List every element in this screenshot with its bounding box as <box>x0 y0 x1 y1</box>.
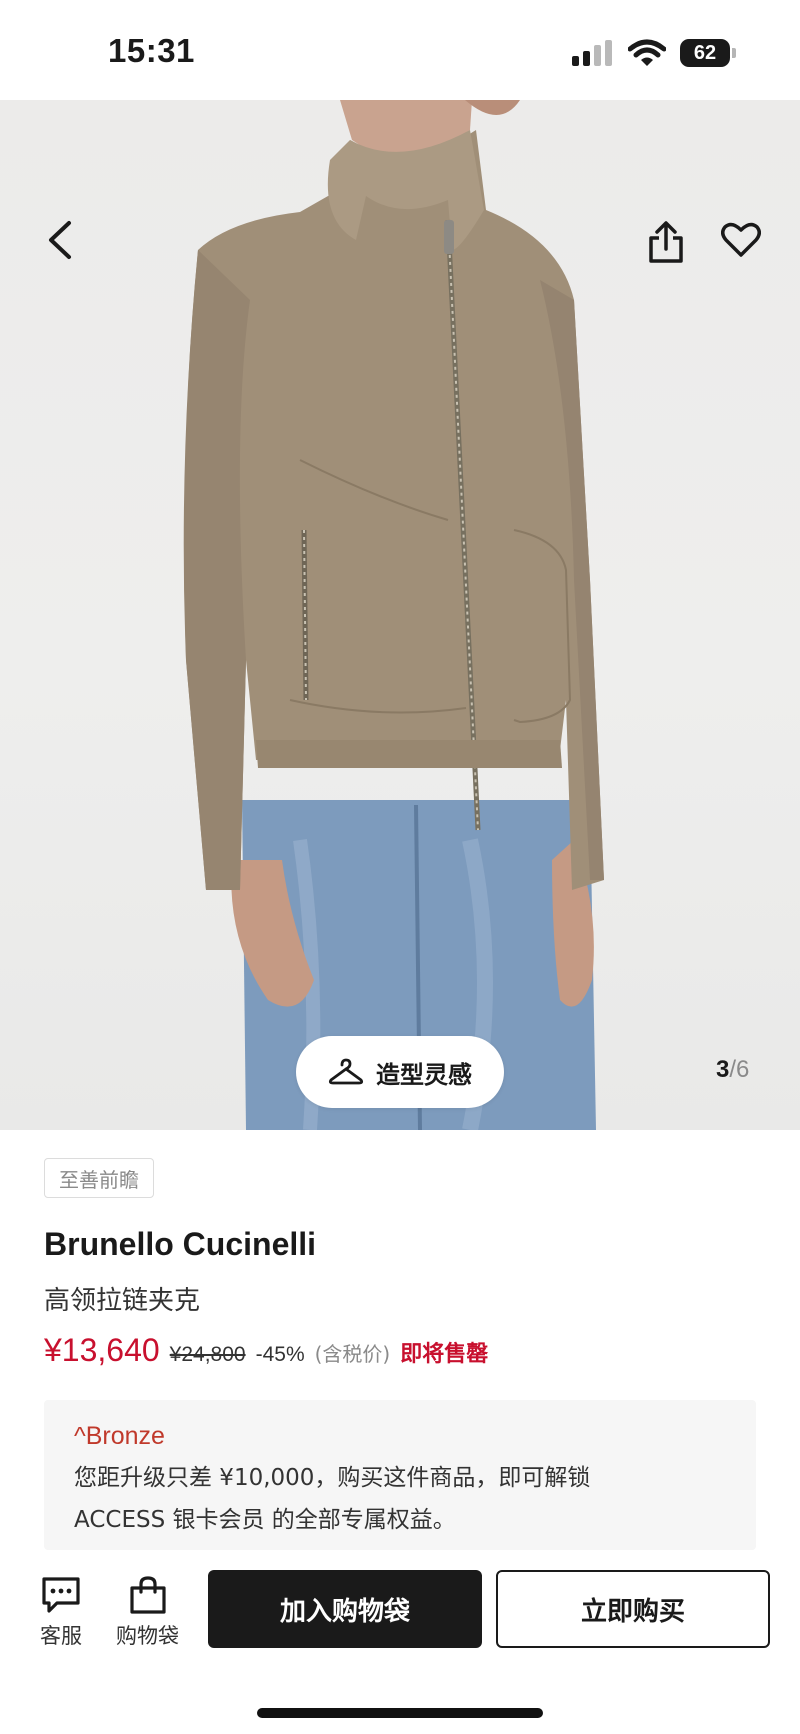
brand-name[interactable]: Brunello Cucinelli <box>44 1226 316 1263</box>
customer-service-button[interactable]: 客服 <box>40 1576 82 1650</box>
buy-now-button[interactable]: 立即购买 <box>496 1570 770 1648</box>
share-button[interactable] <box>644 218 688 266</box>
chevron-left-icon <box>49 221 71 259</box>
favorite-button[interactable] <box>718 218 764 262</box>
product-image-gallery[interactable] <box>0 100 800 1130</box>
page-current: 3 <box>716 1056 730 1083</box>
image-page-indicator: 3/6 <box>716 1056 749 1084</box>
shopping-bag-icon <box>129 1576 166 1614</box>
back-button[interactable] <box>38 218 82 262</box>
battery-nub <box>732 48 736 58</box>
tax-note: (含税价) <box>314 1342 391 1366</box>
wifi-icon <box>628 39 666 66</box>
home-indicator[interactable] <box>257 1708 543 1718</box>
discount-percent: -45% <box>255 1343 305 1366</box>
heart-icon <box>721 222 761 257</box>
original-price: ¥24,800 <box>169 1343 246 1366</box>
sale-price: ¥13,640 <box>44 1332 160 1368</box>
membership-line-2: ACCESS 银卡会员 的全部专属权益。 <box>74 1507 456 1533</box>
page-total: 6 <box>736 1056 750 1083</box>
product-tag: 至善前瞻 <box>44 1158 154 1198</box>
price-row: ¥13,640 ¥24,800 -45% (含税价) 即将售罄 <box>44 1332 488 1369</box>
share-icon <box>649 221 683 263</box>
style-inspiration-label: 造型灵感 <box>376 1060 472 1089</box>
customer-service-label: 客服 <box>40 1624 82 1648</box>
signal-icon <box>572 40 612 66</box>
membership-message: 您距升级只差 ¥10,000，购买这件商品，即可解锁 ACCESS 银卡会员 的… <box>74 1457 726 1541</box>
product-name: 高领拉链夹克 <box>44 1286 201 1316</box>
battery-level: 62 <box>693 41 717 64</box>
product-tag-label: 至善前瞻 <box>59 1167 139 1192</box>
hanger-icon <box>328 1058 364 1085</box>
style-inspiration-button[interactable]: 造型灵感 <box>296 1036 504 1108</box>
battery-icon: 62 <box>680 39 736 67</box>
status-bar: 15:31 62 <box>0 0 800 100</box>
chat-bubble-icon <box>42 1577 80 1613</box>
membership-line-1: 您距升级只差 ¥10,000，购买这件商品，即可解锁 <box>74 1465 591 1491</box>
status-icons: 62 <box>572 38 736 68</box>
bottom-action-bar: 客服 购物袋 加入购物袋 立即购买 <box>0 1550 800 1734</box>
membership-tier: ^Bronze <box>74 1422 165 1450</box>
stock-status-badge: 即将售罄 <box>400 1342 489 1367</box>
add-to-bag-button[interactable]: 加入购物袋 <box>208 1570 482 1648</box>
status-time: 15:31 <box>108 32 195 69</box>
shopping-bag-button[interactable]: 购物袋 <box>116 1576 179 1650</box>
membership-upgrade-card[interactable]: ^Bronze 您距升级只差 ¥10,000，购买这件商品，即可解锁 ACCES… <box>44 1400 756 1550</box>
shopping-bag-label: 购物袋 <box>116 1624 179 1648</box>
